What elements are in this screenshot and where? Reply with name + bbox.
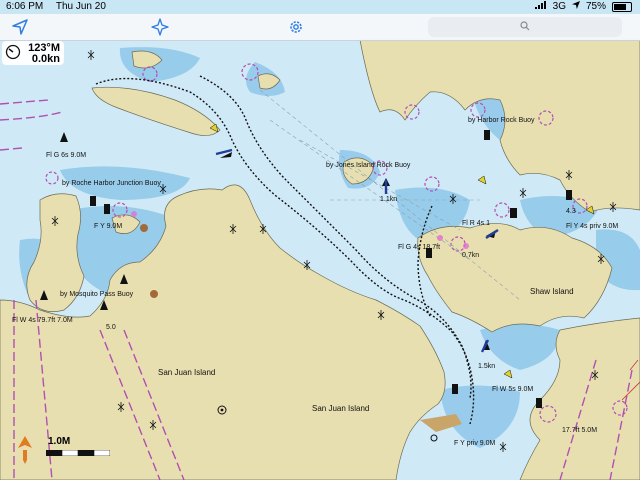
chart-label-flw4: Fl W 4s 79.7ft 7.0M [12, 317, 73, 324]
signal-icon [534, 1, 547, 12]
chart-label-harbor-rock: by Harbor Rock Buoy [468, 117, 535, 124]
island-label-shaw: Shaw Island [530, 287, 574, 296]
chart-label-depth17: 17.7ft 5.0M [562, 427, 598, 434]
chart-label-fl-g: Fl G 6s 9.0M [46, 152, 87, 159]
speedometer-icon [5, 44, 21, 63]
location-services-icon [571, 1, 580, 12]
chart-label-jones-rock: by Jones Island Rock Buoy [326, 162, 411, 169]
chart-label-mosquito: by Mosquito Pass Buoy [60, 291, 134, 298]
chart-label-fl-r: Fl R 4s 1 [462, 220, 491, 227]
island-label-san-juan-1: San Juan Island [158, 368, 216, 377]
compass-button[interactable] [148, 15, 172, 39]
status-date: Thu Jun 20 [55, 1, 106, 12]
chart-label-flw5: Fl W 5s 9.0M [492, 386, 534, 393]
battery-icon [612, 1, 632, 12]
scale-bar: 1.0M [14, 432, 110, 470]
status-bar: 6:06 PM Thu Jun 20 3G 75% [0, 0, 640, 14]
chart-label-fl-y: Fl Y 4s priv 9.0M [566, 223, 619, 230]
current-label-2: 0.7kn [462, 252, 480, 259]
settings-gear-icon[interactable] [284, 15, 308, 39]
chart-label-50: 5.0 [106, 324, 116, 331]
chart-label-roche-harbor: by Roche Harbor Junction Buoy [62, 180, 161, 187]
chart-label-fy: F Y 9.0M [94, 223, 123, 230]
status-time: 6:06 PM [6, 1, 44, 12]
search-icon [520, 18, 530, 36]
heading-speed-readout[interactable]: 123°M 0.0kn [2, 41, 64, 65]
island-label-san-juan-2: San Juan Island [312, 404, 370, 413]
search-field[interactable] [428, 17, 622, 37]
current-label-1: 1.1kn [380, 196, 398, 203]
chart-label-fl-g2: Fl G 4s 18.7ft [398, 244, 441, 251]
scale-label: 1.0M [48, 436, 71, 447]
current-label-3: 1.5kn [478, 363, 496, 370]
navigation-arrow-button[interactable] [8, 15, 32, 39]
toolbar [0, 14, 640, 41]
battery-percent: 75% [585, 1, 606, 12]
speed-value: 0.0kn [31, 53, 60, 65]
chart-label-fy-priv: F Y priv 9.0M [454, 440, 496, 447]
chart-label-43: 4.3 [566, 208, 576, 215]
boat-position-icon [18, 436, 32, 469]
network-type: 3G [552, 1, 566, 12]
